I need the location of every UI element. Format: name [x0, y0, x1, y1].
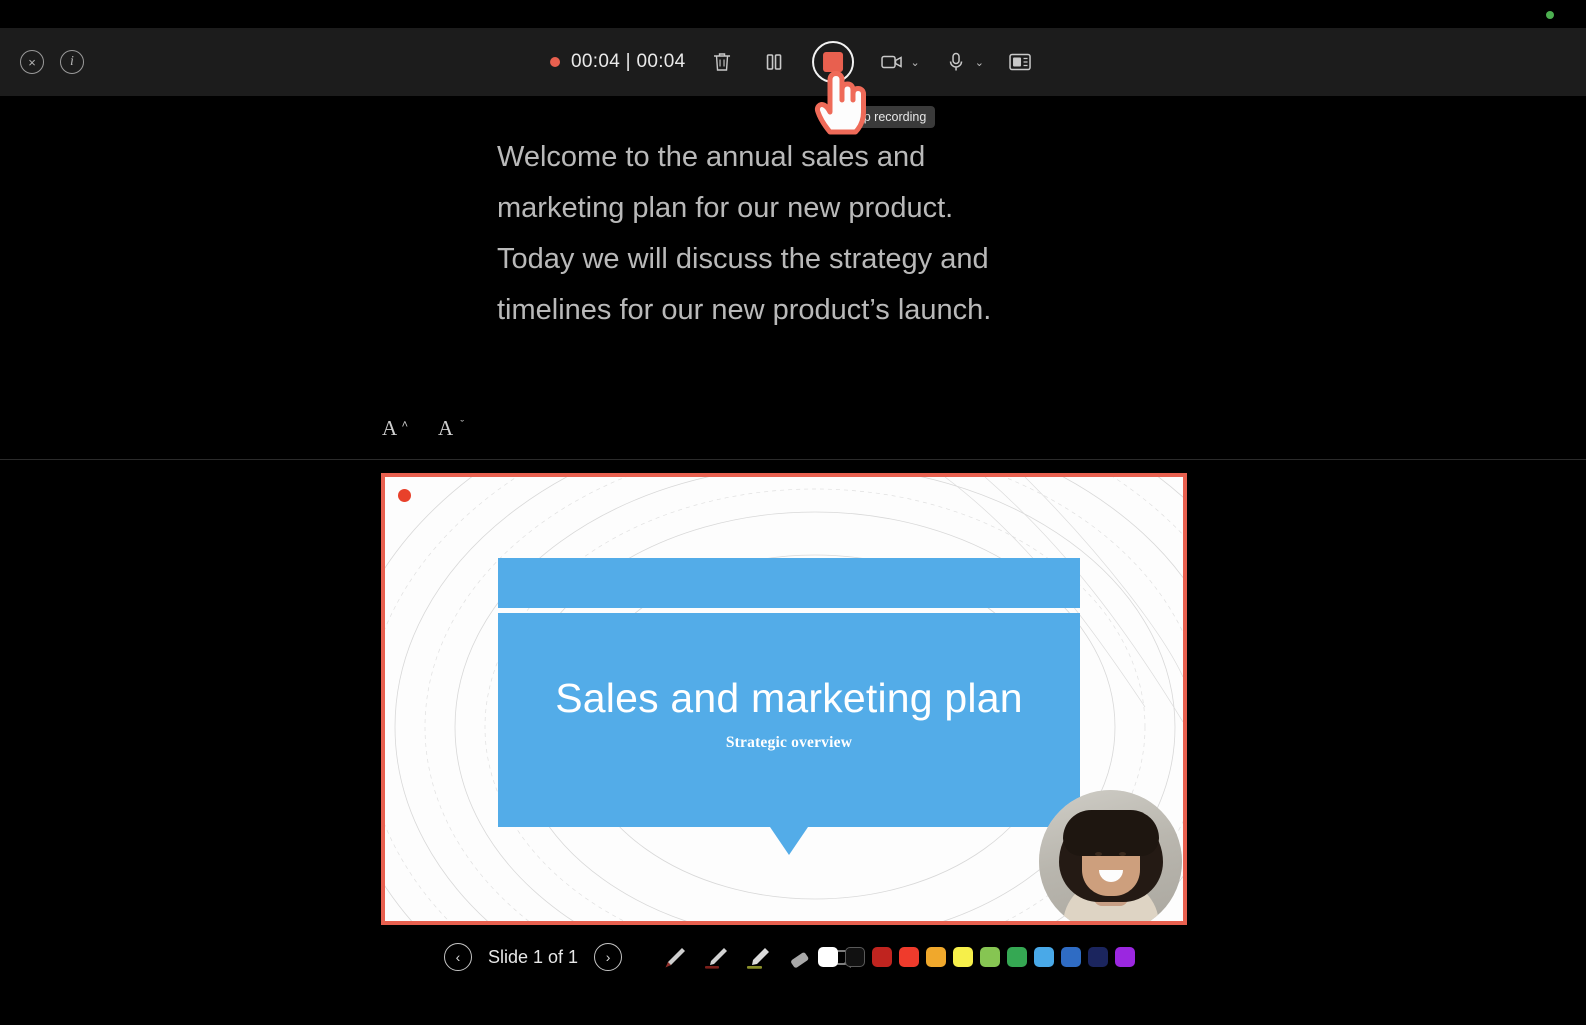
stop-recording-tooltip: Stop recording — [836, 106, 936, 128]
decrease-font-letter: A — [438, 416, 454, 440]
slide-subtitle: Strategic overview — [725, 734, 853, 751]
camera-icon[interactable] — [876, 46, 908, 78]
caret-up-icon: ˄ — [401, 419, 408, 431]
increase-font-size-button[interactable]: A ˄ — [382, 418, 408, 448]
decrease-font-size-button[interactable]: A ˇ — [438, 418, 464, 448]
slide-canvas: Sales and marketing plan Strategic overv… — [385, 477, 1183, 921]
color-swatch-orange[interactable] — [926, 947, 946, 967]
recording-status: 00:04 | 00:04 — [550, 51, 686, 73]
info-icon[interactable]: i — [60, 50, 84, 74]
microphone-icon[interactable] — [940, 46, 972, 78]
color-swatch-dark-red[interactable] — [872, 947, 892, 967]
next-slide-button[interactable]: › — [594, 943, 623, 971]
record-dot-icon — [550, 57, 561, 67]
color-swatch-blue[interactable] — [1061, 947, 1081, 967]
prompter-line: marketing plan for our new product. — [497, 192, 954, 224]
pause-icon[interactable] — [758, 46, 790, 78]
trash-icon[interactable] — [706, 46, 738, 78]
recording-toolbar: × i 00:04 | 00:04 ⌄ ⌄ Stop recording — [0, 28, 1586, 128]
mic-chevron-down-icon[interactable]: ⌄ — [975, 56, 984, 69]
slide-bubble-tail — [770, 827, 808, 855]
color-swatch-yellow[interactable] — [953, 947, 973, 967]
stop-square-icon — [822, 52, 843, 72]
prompter-line: Today we will discuss the strategy and — [497, 243, 989, 275]
slide-header-band — [498, 558, 1080, 608]
previous-slide-button[interactable]: ‹ — [444, 943, 472, 971]
top-strip — [0, 0, 1586, 28]
color-swatch-light-blue[interactable] — [1034, 947, 1054, 967]
pen-tool-button[interactable] — [660, 945, 688, 971]
increase-font-letter: A — [382, 416, 398, 440]
avatar-hair-front — [1062, 810, 1159, 856]
layout-icon[interactable] — [1004, 46, 1036, 78]
eraser-tool-button[interactable] — [786, 945, 814, 971]
slide-navigation: ‹ Slide 1 of 1 › — [444, 943, 623, 971]
slide-recording-dot — [398, 489, 411, 502]
color-swatch-light-green[interactable] — [980, 947, 1000, 967]
marker-tool-button[interactable] — [702, 945, 730, 971]
font-size-controls: A ˄ A ˇ — [382, 418, 464, 448]
color-palette — [818, 947, 1135, 967]
slide-counter: Slide 1 of 1 — [488, 946, 579, 967]
webcam-bubble[interactable] — [1039, 790, 1182, 921]
elapsed-time: 00:04 | 00:04 — [571, 51, 686, 72]
slide-title: Sales and marketing plan — [555, 675, 1023, 721]
prompter-line: Welcome to the annual sales and — [497, 141, 926, 173]
screen-recorder-app: × i 00:04 | 00:04 ⌄ ⌄ Stop recording Wel… — [0, 0, 1586, 1025]
prompter-line: timelines for our new product’s launch. — [497, 294, 992, 326]
avatar-eye-right — [1119, 852, 1126, 856]
close-icon[interactable]: × — [20, 50, 44, 74]
avatar-eye-left — [1095, 852, 1102, 856]
color-swatch-black[interactable] — [845, 947, 865, 967]
color-swatch-green[interactable] — [1007, 947, 1027, 967]
teleprompter-text[interactable]: Welcome to the annual sales and marketin… — [497, 132, 1057, 336]
color-swatch-red[interactable] — [899, 947, 919, 967]
microphone-control[interactable]: ⌄ — [940, 46, 984, 78]
toolbar-left-group: × i — [20, 28, 84, 96]
stop-recording-button[interactable] — [811, 41, 854, 83]
color-swatch-white[interactable] — [818, 947, 838, 967]
highlighter-tool-button[interactable] — [744, 945, 772, 971]
toolbar-center-group: 00:04 | 00:04 ⌄ ⌄ — [550, 28, 1036, 96]
bottom-toolbar: ‹ Slide 1 of 1 › — [0, 933, 1586, 1025]
caret-down-icon: ˇ — [460, 419, 464, 431]
camera-control[interactable]: ⌄ — [876, 46, 920, 78]
color-swatch-purple[interactable] — [1115, 947, 1135, 967]
camera-chevron-down-icon[interactable]: ⌄ — [911, 56, 920, 69]
recording-status-dot — [1546, 11, 1554, 19]
section-divider — [0, 459, 1586, 460]
slide-preview[interactable]: Sales and marketing plan Strategic overv… — [381, 473, 1187, 925]
color-swatch-navy[interactable] — [1088, 947, 1108, 967]
